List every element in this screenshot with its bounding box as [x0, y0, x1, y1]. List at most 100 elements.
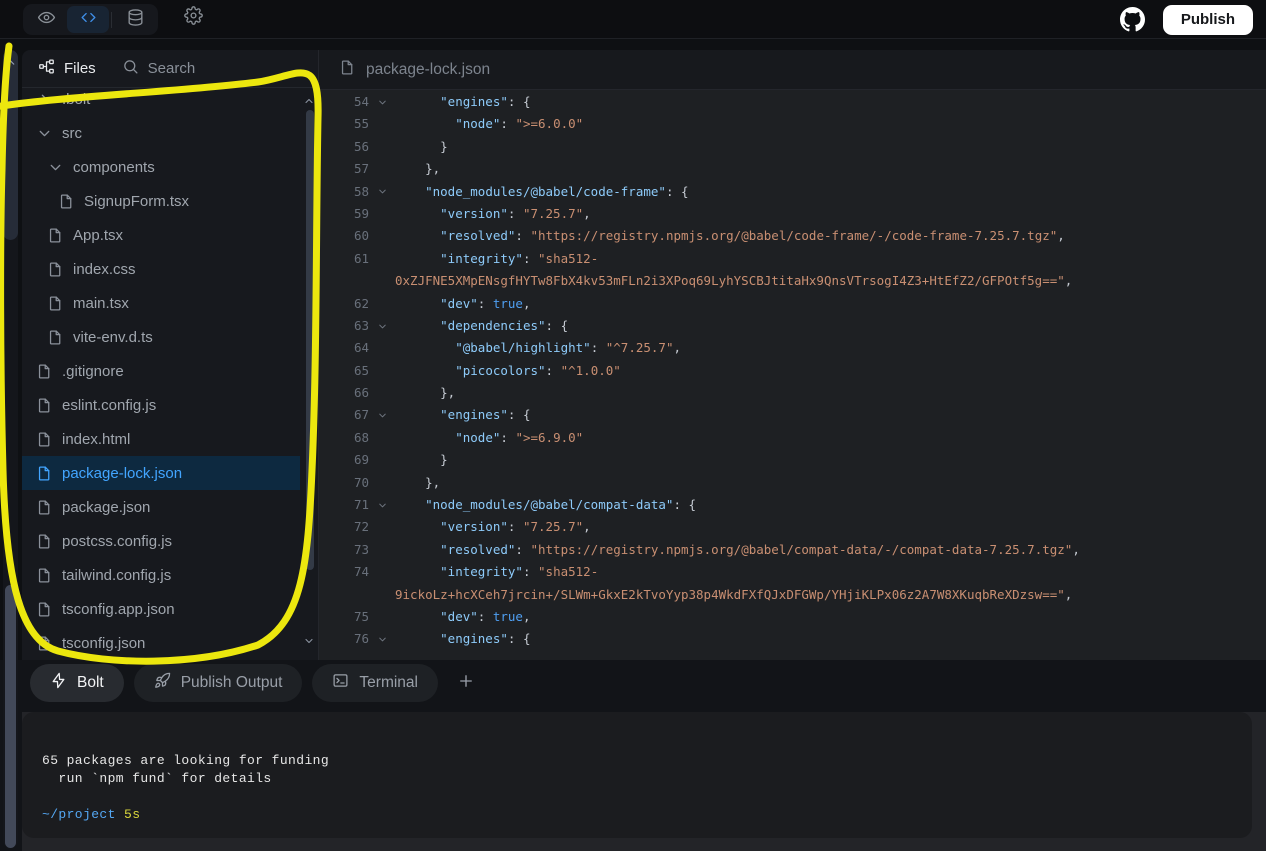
- line-number: 59: [353, 205, 369, 221]
- tree-file-postcss.config.js[interactable]: postcss.config.js: [22, 524, 300, 558]
- tree-folder-components[interactable]: components: [22, 150, 300, 184]
- tree-label: package-lock.json: [62, 464, 183, 482]
- code-text: },: [395, 385, 456, 401]
- tree-label: eslint.config.js: [62, 396, 157, 414]
- file-explorer-sidebar: Files Search .bolt src components SignupFor…: [22, 50, 318, 660]
- code-icon: [79, 8, 98, 32]
- code-text: },: [395, 474, 441, 490]
- terminal-line: ~/project 5s: [42, 807, 141, 822]
- line-number: 74: [353, 564, 369, 580]
- page-scrollbar-thumb[interactable]: [5, 585, 16, 848]
- code-line: 55 "node": ">=6.0.0": [319, 113, 1266, 135]
- tree-file-SignupForm.tsx[interactable]: SignupForm.tsx: [22, 184, 300, 218]
- line-number: 71: [353, 497, 369, 513]
- tree-file-index.css[interactable]: index.css: [22, 252, 300, 286]
- tree-file-vite-env.d.ts[interactable]: vite-env.d.ts: [22, 320, 300, 354]
- tab-search[interactable]: Search: [122, 58, 196, 80]
- code-line: 58 "node_modules/@babel/code-frame": {: [319, 181, 1266, 203]
- fold-chevron-icon[interactable]: [369, 404, 395, 426]
- editor-header: package-lock.json: [319, 50, 1266, 90]
- scroll-up-icon[interactable]: [4, 56, 17, 69]
- tree-file-package.json[interactable]: package.json: [22, 490, 300, 524]
- fold-chevron-icon[interactable]: [369, 91, 395, 113]
- open-file-name: package-lock.json: [366, 60, 491, 78]
- chevron-down-icon: [47, 159, 64, 176]
- tree-file-eslint.config.js[interactable]: eslint.config.js: [22, 388, 300, 422]
- tree-file-App.tsx[interactable]: App.tsx: [22, 218, 300, 252]
- tree-file-tailwind.config.js[interactable]: tailwind.config.js: [22, 558, 300, 592]
- terminal-tab-label: Terminal: [359, 674, 418, 691]
- line-number: 69: [353, 452, 369, 468]
- fold-chevron-icon[interactable]: [369, 628, 395, 650]
- search-icon: [122, 58, 139, 80]
- fold-chevron-icon[interactable]: [369, 315, 395, 337]
- code-text: "engines": {: [440, 631, 531, 647]
- code-area[interactable]: 54 "engines": {55 "node": ">=6.0.0" 56 } 5…: [319, 91, 1266, 660]
- terminal-output[interactable]: 65 packages are looking for funding run …: [22, 712, 1252, 838]
- fold-chevron-icon[interactable]: [369, 181, 395, 203]
- line-number: 76: [353, 631, 369, 647]
- tab-terminal[interactable]: Terminal: [312, 664, 438, 702]
- page-scrollbar[interactable]: [3, 50, 18, 848]
- sidebar-scroll-up-icon[interactable]: [303, 94, 315, 106]
- tab-bolt[interactable]: Bolt: [30, 664, 124, 702]
- tree-file-package-lock.json[interactable]: package-lock.json: [22, 456, 300, 490]
- code-text: "integrity": "sha512-: [440, 564, 599, 580]
- tree-file-index.html[interactable]: index.html: [22, 422, 300, 456]
- top-toolbar: Publish: [0, 0, 1266, 39]
- code-line: 76 "engines": {: [319, 628, 1266, 650]
- tree-folder-.bolt[interactable]: .bolt: [22, 88, 300, 116]
- sidebar-scroll-down-icon[interactable]: [303, 634, 315, 646]
- github-icon[interactable]: [1119, 7, 1145, 32]
- tree-file-tsconfig.json[interactable]: tsconfig.json: [22, 626, 300, 660]
- tab-publish-output[interactable]: Publish Output: [133, 664, 303, 702]
- tree-label: index.css: [73, 260, 136, 278]
- tree-label: src: [62, 124, 82, 142]
- publish-button[interactable]: Publish: [1162, 4, 1253, 35]
- preview-button[interactable]: [25, 6, 67, 33]
- app-window: Publish Files Search .bolt src components S…: [0, 0, 1266, 851]
- search-tab-label: Search: [147, 60, 196, 77]
- file-icon: [47, 261, 64, 278]
- code-text: "engines": {: [440, 407, 531, 423]
- code-view-button[interactable]: [67, 6, 109, 33]
- code-line: 71 "node_modules/@babel/compat-data": {: [319, 494, 1266, 516]
- line-number: 64: [353, 340, 369, 356]
- gear-icon: [183, 5, 203, 30]
- tree-label: tsconfig.json: [62, 634, 146, 652]
- tree-file-main.tsx[interactable]: main.tsx: [22, 286, 300, 320]
- file-icon: [36, 533, 53, 550]
- tree-file-.gitignore[interactable]: .gitignore: [22, 354, 300, 388]
- code-line: 54 "engines": {: [319, 91, 1266, 113]
- code-line: 74 "integrity": "sha512-: [319, 561, 1266, 583]
- tab-files[interactable]: Files: [38, 58, 96, 80]
- file-icon: [36, 465, 53, 482]
- tree-folder-src[interactable]: src: [22, 116, 300, 150]
- code-text: "node": ">=6.0.0": [455, 116, 584, 132]
- tree-label: App.tsx: [73, 226, 124, 244]
- code-text: }: [395, 138, 448, 154]
- code-line: 63 "dependencies": {: [319, 315, 1266, 337]
- eye-icon: [37, 8, 56, 32]
- add-terminal-button[interactable]: [454, 671, 478, 695]
- fold-chevron-icon[interactable]: [369, 494, 395, 516]
- database-button[interactable]: [114, 6, 156, 33]
- sidebar-scrollbar-thumb[interactable]: [306, 110, 314, 570]
- tree-label: components: [73, 158, 155, 176]
- line-number: 75: [353, 608, 369, 624]
- settings-button[interactable]: [172, 4, 214, 31]
- bolt-icon: [50, 672, 67, 694]
- page-scrollbar-top-segment[interactable]: [3, 50, 18, 240]
- line-number: 72: [353, 519, 369, 535]
- code-text: "version": "7.25.7",: [440, 205, 591, 221]
- code-line: 68 "node": ">=6.9.0": [319, 427, 1266, 449]
- code-line: 0xZJFNE5XMpENsgfHYTw8FbX4kv53mFLn2i3XPoq…: [319, 270, 1266, 292]
- chevron-right-icon: [36, 91, 53, 108]
- line-number: [319, 584, 369, 606]
- tree-file-tsconfig.app.json[interactable]: tsconfig.app.json: [22, 592, 300, 626]
